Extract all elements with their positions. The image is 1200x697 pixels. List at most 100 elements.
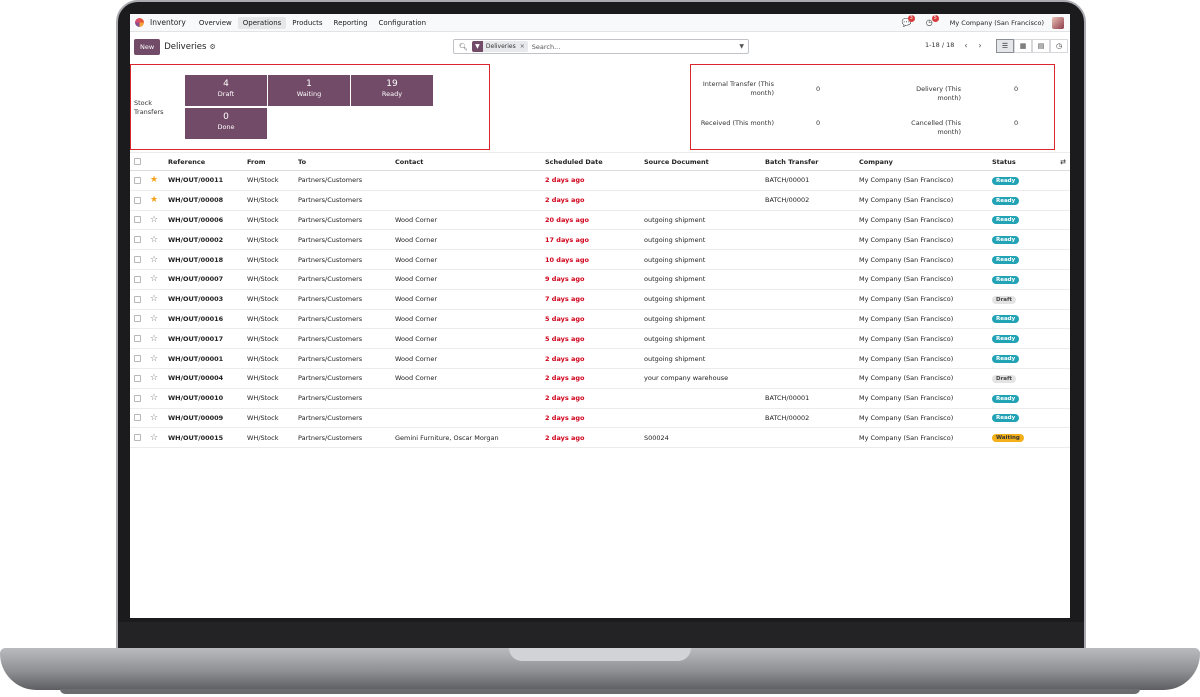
star-icon[interactable]: ☆ bbox=[148, 368, 168, 389]
header-batch-transfer[interactable]: Batch Transfer bbox=[765, 152, 859, 171]
stat-delivery-value[interactable]: 0 bbox=[1014, 85, 1018, 94]
activity-icon[interactable]: ◷ 5 bbox=[926, 14, 939, 28]
star-icon[interactable]: ☆ bbox=[148, 328, 168, 350]
stat-received-value[interactable]: 0 bbox=[816, 119, 820, 128]
table-row[interactable]: ☆ WH/OUT/00017 WH/Stock Partners/Customers W… bbox=[130, 328, 1070, 350]
cell-source-document: outgoing shipment bbox=[644, 348, 765, 369]
row-checkbox[interactable] bbox=[130, 210, 148, 231]
cell-source-document: outgoing shipment bbox=[644, 249, 765, 270]
star-icon[interactable]: ☆ bbox=[148, 269, 168, 290]
tile-draft[interactable]: 4 Draft bbox=[185, 75, 267, 106]
row-checkbox[interactable] bbox=[130, 348, 148, 369]
menu-reporting[interactable]: Reporting bbox=[329, 17, 373, 29]
app-logo-icon[interactable] bbox=[135, 18, 144, 27]
tile-count: 19 bbox=[386, 79, 398, 89]
cell-contact: Wood Corner bbox=[395, 249, 545, 270]
company-switcher[interactable]: My Company (San Francisco) bbox=[950, 19, 1044, 27]
header-company[interactable]: Company bbox=[859, 152, 992, 171]
cell-reference: WH/OUT/00016 bbox=[168, 309, 247, 330]
star-icon[interactable]: ☆ bbox=[148, 408, 168, 429]
app-name[interactable]: Inventory bbox=[150, 18, 186, 27]
table-row[interactable]: ☆ WH/OUT/00016 WH/Stock Partners/Customers W… bbox=[130, 309, 1070, 330]
star-icon[interactable]: ★ bbox=[148, 170, 168, 191]
tile-done[interactable]: 0 Done bbox=[185, 108, 267, 139]
cell-batch-transfer: BATCH/00001 bbox=[765, 388, 859, 409]
table-row[interactable]: ☆ WH/OUT/00015 WH/Stock Partners/Customers G… bbox=[130, 427, 1070, 449]
header-to[interactable]: To bbox=[298, 152, 395, 171]
table-row[interactable]: ★ WH/OUT/00008 WH/Stock Partners/Customers 2… bbox=[130, 190, 1070, 211]
search-icon[interactable]: 🔍︎ bbox=[459, 43, 468, 51]
chevron-right-icon[interactable]: › bbox=[973, 39, 987, 52]
optional-columns-icon[interactable]: ⇄ bbox=[1056, 152, 1070, 171]
laptop-chin bbox=[118, 622, 1084, 650]
menu-products[interactable]: Products bbox=[287, 17, 327, 29]
star-icon[interactable]: ☆ bbox=[148, 309, 168, 330]
header-contact[interactable]: Contact bbox=[395, 152, 545, 171]
star-icon[interactable]: ☆ bbox=[148, 289, 168, 310]
row-checkbox[interactable] bbox=[130, 408, 148, 429]
star-icon[interactable]: ☆ bbox=[148, 210, 168, 231]
table-row[interactable]: ☆ WH/OUT/00004 WH/Stock Partners/Customers W… bbox=[130, 368, 1070, 389]
row-checkbox[interactable] bbox=[130, 309, 148, 330]
caret-down-icon[interactable]: ▼ bbox=[739, 43, 744, 50]
table-row[interactable]: ☆ WH/OUT/00009 WH/Stock Partners/Customers 2… bbox=[130, 408, 1070, 429]
row-checkbox[interactable] bbox=[130, 289, 148, 310]
new-button[interactable]: New bbox=[134, 39, 161, 55]
cell-to: Partners/Customers bbox=[298, 368, 395, 389]
table-row[interactable]: ☆ WH/OUT/00010 WH/Stock Partners/Customers 2… bbox=[130, 388, 1070, 409]
table-row[interactable]: ☆ WH/OUT/00002 WH/Stock Partners/Customers W… bbox=[130, 229, 1070, 251]
header-reference[interactable]: Reference bbox=[168, 152, 247, 171]
header-status[interactable]: Status bbox=[992, 152, 1056, 171]
menu-configuration[interactable]: Configuration bbox=[374, 17, 431, 29]
star-icon[interactable]: ☆ bbox=[148, 348, 168, 369]
calendar-view-icon[interactable]: ▤ bbox=[1032, 39, 1050, 53]
table-row[interactable]: ☆ WH/OUT/00018 WH/Stock Partners/Customers W… bbox=[130, 249, 1070, 270]
row-checkbox[interactable] bbox=[130, 249, 148, 270]
row-checkbox[interactable] bbox=[130, 229, 148, 251]
table-row[interactable]: ★ WH/OUT/00011 WH/Stock Partners/Customers 2… bbox=[130, 170, 1070, 191]
stat-cancelled-value[interactable]: 0 bbox=[1014, 119, 1018, 128]
cell-reference: WH/OUT/00004 bbox=[168, 368, 247, 389]
row-checkbox[interactable] bbox=[130, 368, 148, 389]
gear-icon[interactable]: ⚙ bbox=[209, 43, 215, 51]
menu-overview[interactable]: Overview bbox=[194, 17, 237, 29]
select-all-checkbox[interactable] bbox=[130, 152, 148, 171]
star-icon[interactable]: ★ bbox=[148, 190, 168, 211]
row-checkbox[interactable] bbox=[130, 170, 148, 191]
chat-icon[interactable]: 💬 3 bbox=[902, 14, 915, 28]
cell-batch-transfer: BATCH/00001 bbox=[765, 170, 859, 191]
table-row[interactable]: ☆ WH/OUT/00003 WH/Stock Partners/Customers W… bbox=[130, 289, 1070, 310]
header-source-document[interactable]: Source Document bbox=[644, 152, 765, 171]
menu-operations[interactable]: Operations bbox=[237, 16, 287, 29]
star-icon[interactable]: ☆ bbox=[148, 427, 168, 449]
list-view-icon[interactable]: ☰ bbox=[996, 39, 1014, 53]
star-icon[interactable]: ☆ bbox=[148, 229, 168, 251]
row-checkbox[interactable] bbox=[130, 427, 148, 449]
row-checkbox[interactable] bbox=[130, 388, 148, 409]
table-row[interactable]: ☆ WH/OUT/00006 WH/Stock Partners/Customers W… bbox=[130, 210, 1070, 231]
search-input[interactable]: Search... bbox=[532, 43, 561, 51]
avatar[interactable] bbox=[1052, 16, 1064, 29]
row-checkbox[interactable] bbox=[130, 328, 148, 350]
star-icon[interactable]: ☆ bbox=[148, 388, 168, 409]
pager-value[interactable]: 1-18 / 18 bbox=[925, 41, 954, 49]
row-checkbox[interactable] bbox=[130, 269, 148, 290]
cell-from: WH/Stock bbox=[247, 190, 298, 211]
row-checkbox[interactable] bbox=[130, 190, 148, 211]
deliveries-table: Reference From To Contact Scheduled Date… bbox=[130, 152, 1070, 449]
kanban-view-icon[interactable]: ▦ bbox=[1014, 39, 1032, 53]
chevron-left-icon[interactable]: ‹ bbox=[959, 39, 973, 52]
stat-internal-value[interactable]: 0 bbox=[816, 85, 820, 94]
header-scheduled-date[interactable]: Scheduled Date bbox=[545, 152, 644, 171]
cell-scheduled-date: 17 days ago bbox=[545, 229, 644, 251]
tile-ready[interactable]: 19 Ready bbox=[351, 75, 433, 106]
tile-waiting[interactable]: 1 Waiting bbox=[268, 75, 350, 106]
search-facet[interactable]: ▼ Deliveries × bbox=[471, 41, 528, 52]
header-from[interactable]: From bbox=[247, 152, 298, 171]
facet-remove-icon[interactable]: × bbox=[519, 43, 528, 50]
star-icon[interactable]: ☆ bbox=[148, 249, 168, 270]
table-row[interactable]: ☆ WH/OUT/00007 WH/Stock Partners/Customers W… bbox=[130, 269, 1070, 290]
activity-view-icon[interactable]: ◷ bbox=[1050, 39, 1068, 53]
table-row[interactable]: ☆ WH/OUT/00001 WH/Stock Partners/Customers W… bbox=[130, 348, 1070, 369]
cell-to: Partners/Customers bbox=[298, 289, 395, 310]
